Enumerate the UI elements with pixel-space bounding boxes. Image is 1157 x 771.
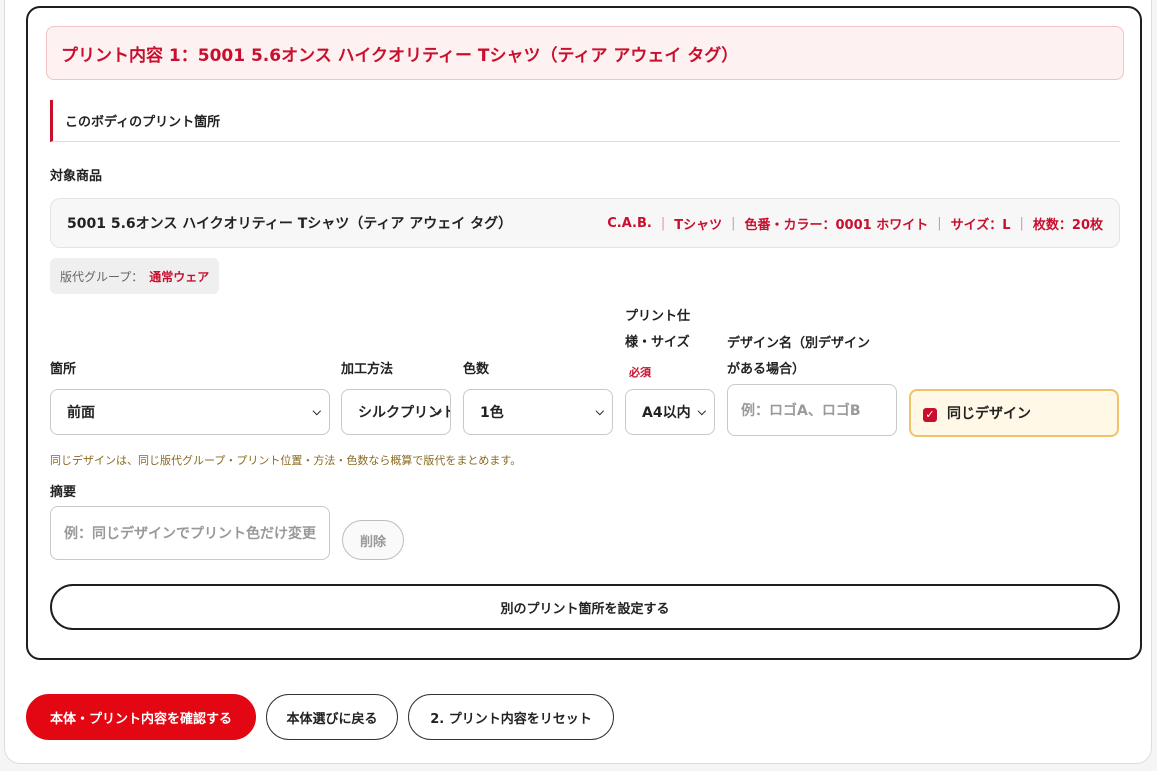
same-design-note: 同じデザインは、同じ版代グループ・プリント位置・方法・色数なら概算で版代をまとめ… (50, 454, 522, 467)
product-size: サイズ：L (950, 217, 1011, 233)
product-color: 色番・カラー：0001 ホワイト (744, 217, 929, 233)
product-brand: C.A.B. (607, 215, 652, 231)
method-label: 加工方法 (341, 362, 394, 377)
separator: | (660, 215, 666, 231)
chevron-down-icon: ⌵ (312, 405, 321, 418)
checkbox-checked-icon[interactable]: ✓ (923, 407, 937, 422)
summary-input[interactable]: 例：同じデザインでプリント色だけ変更 (50, 506, 330, 560)
location-select[interactable]: 前面 ⌵ (50, 389, 330, 435)
product-quantity: 枚数：20枚 (1032, 217, 1103, 233)
same-design-toggle[interactable]: ✓ 同じデザイン (909, 389, 1119, 437)
reset-print-button[interactable]: 2. プリント内容をリセット (408, 694, 614, 740)
chevron-down-icon: ⌵ (595, 405, 604, 418)
chevron-down-icon: ⌵ (433, 405, 442, 418)
colors-label: 色数 (463, 362, 490, 377)
print-content-card: プリント内容 1：5001 5.6オンス ハイクオリティー Tシャツ（ティア ア… (26, 6, 1142, 660)
method-select[interactable]: シルクプリント ⌵ (341, 389, 451, 435)
spec-value: A4以内 (642, 405, 691, 421)
back-to-body-button[interactable]: 本体選びに戻る (266, 694, 398, 740)
product-category: Tシャツ (674, 217, 723, 233)
add-print-location-button[interactable]: 別のプリント箇所を設定する (50, 584, 1120, 630)
product-name: 5001 5.6オンス ハイクオリティー Tシャツ（ティア アウェイ タグ） (67, 216, 513, 232)
colors-value: 1色 (480, 405, 504, 421)
summary-label: 摘要 (50, 485, 77, 500)
design-name-input[interactable]: 例：ロゴA、ロゴB (727, 384, 897, 436)
required-badge: 必須 (629, 366, 651, 379)
location-value: 前面 (67, 405, 95, 421)
location-label: 箇所 (50, 362, 77, 377)
spec-label-line2: 様・サイズ (625, 335, 690, 350)
design-name-placeholder: 例：ロゴA、ロゴB (741, 403, 861, 419)
separator: | (731, 215, 736, 231)
separator: | (937, 215, 942, 231)
plate-group-label: 版代グループ： (60, 269, 144, 284)
plate-group-value: 通常ウェア (149, 269, 210, 284)
same-design-label: 同じデザイン (947, 406, 1031, 422)
section-title: このボディのプリント箇所 (50, 100, 1120, 142)
target-product-row: 5001 5.6オンス ハイクオリティー Tシャツ（ティア アウェイ タグ） C… (50, 198, 1120, 248)
target-product-label: 対象商品 (50, 169, 103, 184)
colors-select[interactable]: 1色 ⌵ (463, 389, 613, 435)
print-content-header: プリント内容 1：5001 5.6オンス ハイクオリティー Tシャツ（ティア ア… (46, 26, 1124, 80)
confirm-button[interactable]: 本体・プリント内容を確認する (26, 694, 256, 740)
design-name-label-line1: デザイン名（別デザイン (727, 336, 871, 351)
spec-label-line1: プリント仕 (625, 309, 691, 324)
separator: | (1019, 215, 1024, 231)
delete-button[interactable]: 削除 (342, 520, 404, 560)
product-meta: C.A.B. | Tシャツ | 色番・カラー：0001 ホワイト | サイズ：L… (607, 214, 1103, 233)
summary-placeholder: 例：同じデザインでプリント色だけ変更 (64, 526, 316, 542)
chevron-down-icon: ⌵ (697, 405, 706, 418)
spec-select[interactable]: A4以内 ⌵ (625, 389, 715, 435)
plate-group-badge: 版代グループ： 通常ウェア (50, 258, 220, 294)
design-name-label-line2: がある場合） (727, 362, 806, 377)
